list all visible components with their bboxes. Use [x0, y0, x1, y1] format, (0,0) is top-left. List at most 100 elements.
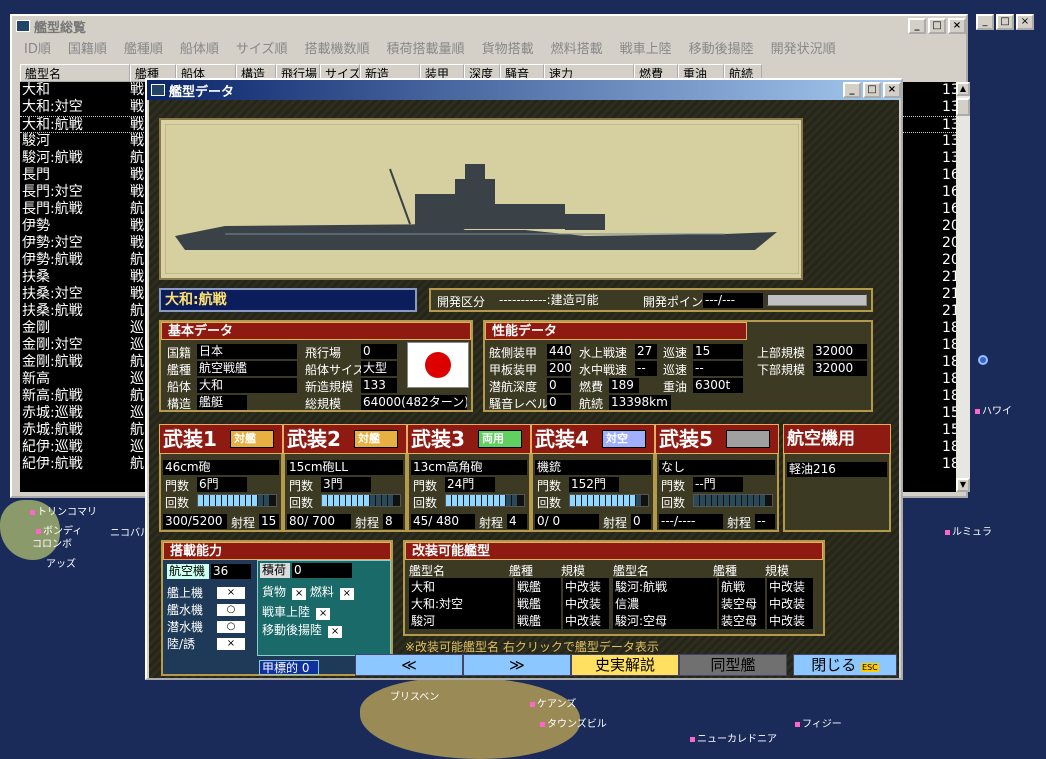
col-scale: 規模 — [765, 564, 790, 578]
place-newcaledonia: ニューカレドニア — [690, 730, 777, 745]
range-label: 射程 — [355, 516, 380, 530]
scroll-down-icon[interactable]: ▼ — [956, 478, 970, 492]
sort-tab[interactable]: 積荷搭載量順 — [387, 38, 465, 57]
close-button[interactable]: × — [1016, 14, 1034, 30]
row-range: 21 — [942, 269, 956, 285]
row-name: 長門:対空 — [22, 184, 83, 200]
mod-cell: 駿河:航戦 — [613, 578, 717, 595]
rate-segment — [506, 495, 511, 506]
minimize-button[interactable]: _ — [976, 14, 994, 30]
ammo-value: 300/5200 — [163, 514, 227, 529]
sort-tab[interactable]: 船体順 — [180, 38, 219, 57]
mod-cell: 中改装 — [563, 578, 609, 595]
rate-segment — [252, 495, 257, 506]
sort-tab[interactable]: ID順 — [24, 38, 51, 57]
rate-segment — [742, 495, 747, 506]
minimize-button[interactable]: _ — [908, 18, 926, 34]
mod-cell: 中改装 — [767, 612, 813, 629]
rate-segment — [458, 495, 463, 506]
sort-tab[interactable]: 戦車上陸 — [620, 38, 672, 57]
dev-progress-bar — [767, 294, 867, 306]
modifiable-row[interactable]: 駿河:航戦 航戦 中改装 — [613, 578, 819, 595]
place-cairns: ケアンズ — [530, 695, 576, 710]
range-label: 航続 — [579, 397, 604, 411]
modifiable-row[interactable]: 駿河 戦艦 中改装 — [409, 612, 615, 629]
weapon-title: 武装5 — [659, 427, 713, 451]
sort-tab[interactable]: 貨物搭載 — [482, 38, 534, 57]
aircraft-count-label: 航空機 — [167, 564, 209, 579]
row-range: 18 — [942, 439, 956, 455]
maximize-button[interactable]: □ — [996, 14, 1014, 30]
place-palmyra: ルミュラ — [945, 523, 992, 538]
row-range: 18 — [942, 337, 956, 353]
scroll-up-icon[interactable]: ▲ — [956, 82, 970, 96]
rate-segment — [694, 495, 699, 506]
fuel-consumption-value: 189 — [609, 378, 639, 393]
desktop-window-controls: _ □ × — [976, 14, 1046, 34]
rate-segment — [322, 495, 327, 506]
modifiable-row[interactable]: 大和 戦艦 中改装 — [409, 578, 615, 595]
weapon-tag — [726, 430, 770, 448]
close-dialog-button[interactable]: 閉じる ESC — [793, 654, 897, 676]
performance-panel: 性能データ 舷側装甲 440 甲板装甲 200 潜航深度 0 騒音レベル 0 水上戦速 2… — [483, 320, 873, 412]
sort-tab[interactable]: 燃料搭載 — [551, 38, 603, 57]
sort-tab[interactable]: 搭載機数順 — [305, 38, 370, 57]
maximize-button[interactable]: □ — [928, 18, 946, 34]
modifiable-row[interactable]: 駿河:空母 装空母 中改装 — [613, 612, 819, 629]
cargo-value: 0 — [292, 563, 352, 578]
dialog-title: 艦型データ — [169, 84, 235, 100]
aircraft-header: 航空機用 — [783, 424, 891, 454]
place-addu: アッズ — [46, 559, 76, 570]
rate-segment — [340, 495, 345, 506]
size-label: 船体サイズ — [305, 363, 365, 377]
same-class-button[interactable]: 同型艦 — [679, 654, 787, 676]
rate-segment — [446, 495, 451, 506]
sort-tab[interactable]: 開発状況順 — [771, 38, 836, 57]
weapon-range: 4 — [507, 514, 527, 529]
col-type: 艦種 — [713, 564, 738, 578]
row-name: 大和:航戦 — [22, 117, 83, 133]
basic-data-header: 基本データ — [161, 322, 471, 340]
range-label: 射程 — [603, 516, 628, 530]
row-range: 13 — [942, 117, 956, 133]
history-button[interactable]: 史実解説 — [571, 654, 679, 676]
sort-tab[interactable]: 移動後揚陸 — [689, 38, 754, 57]
sort-tab[interactable]: サイズ順 — [236, 38, 288, 57]
range-label: 射程 — [727, 516, 752, 530]
rate-segment — [246, 495, 251, 506]
rate-segment — [700, 495, 705, 506]
tank-no-icon: × — [316, 608, 331, 620]
row-range: 13 — [942, 150, 956, 166]
upper-scale-label: 上部規模 — [757, 346, 806, 360]
modifiable-row[interactable]: 大和:対空 戦艦 中改装 — [409, 595, 615, 612]
close-button[interactable]: × — [948, 18, 966, 34]
deck-armor-label: 甲板装甲 — [489, 363, 538, 377]
prev-button[interactable]: ≪ — [355, 654, 463, 676]
maximize-button[interactable]: □ — [863, 82, 881, 98]
aircraft-type-label: 陸/誘 — [167, 637, 196, 651]
map-marker-icon[interactable] — [978, 355, 988, 365]
list-scrollbar[interactable]: ▲ ▼ — [956, 82, 970, 492]
tank-row: 戦車上陸 × — [262, 603, 331, 620]
weapon-panel-1: 武装1 対艦 46cm砲 門数 6門 回数 300/5200 射程 15 — [159, 424, 283, 532]
country-label: 国籍 — [167, 346, 192, 360]
modifiable-row[interactable]: 信濃 装空母 中改装 — [613, 595, 819, 612]
scroll-thumb[interactable] — [956, 98, 970, 116]
cruise-speed-value: 15 — [693, 344, 743, 359]
rate-segment — [612, 495, 617, 506]
weapon-title: 武装2 — [287, 427, 341, 451]
aircraft-type-label: 艦水機 — [167, 603, 204, 617]
rate-segment — [494, 495, 499, 506]
fuel-consumption-label: 燃費 — [579, 380, 604, 394]
mod-cell: 装空母 — [719, 612, 765, 629]
next-button[interactable]: ≫ — [463, 654, 571, 676]
column-header[interactable]: 艦型名 — [20, 64, 130, 82]
close-button[interactable]: × — [883, 82, 901, 98]
goods-row: 貨物 × 燃料 × — [262, 583, 354, 600]
fuel-no-icon: × — [339, 588, 354, 600]
minimize-button[interactable]: _ — [843, 82, 861, 98]
japan-flag-icon — [407, 342, 469, 388]
sort-tab[interactable]: 艦種順 — [124, 38, 163, 57]
armor-target-label: 甲標的 — [262, 661, 299, 675]
sort-tab[interactable]: 国籍順 — [68, 38, 107, 57]
